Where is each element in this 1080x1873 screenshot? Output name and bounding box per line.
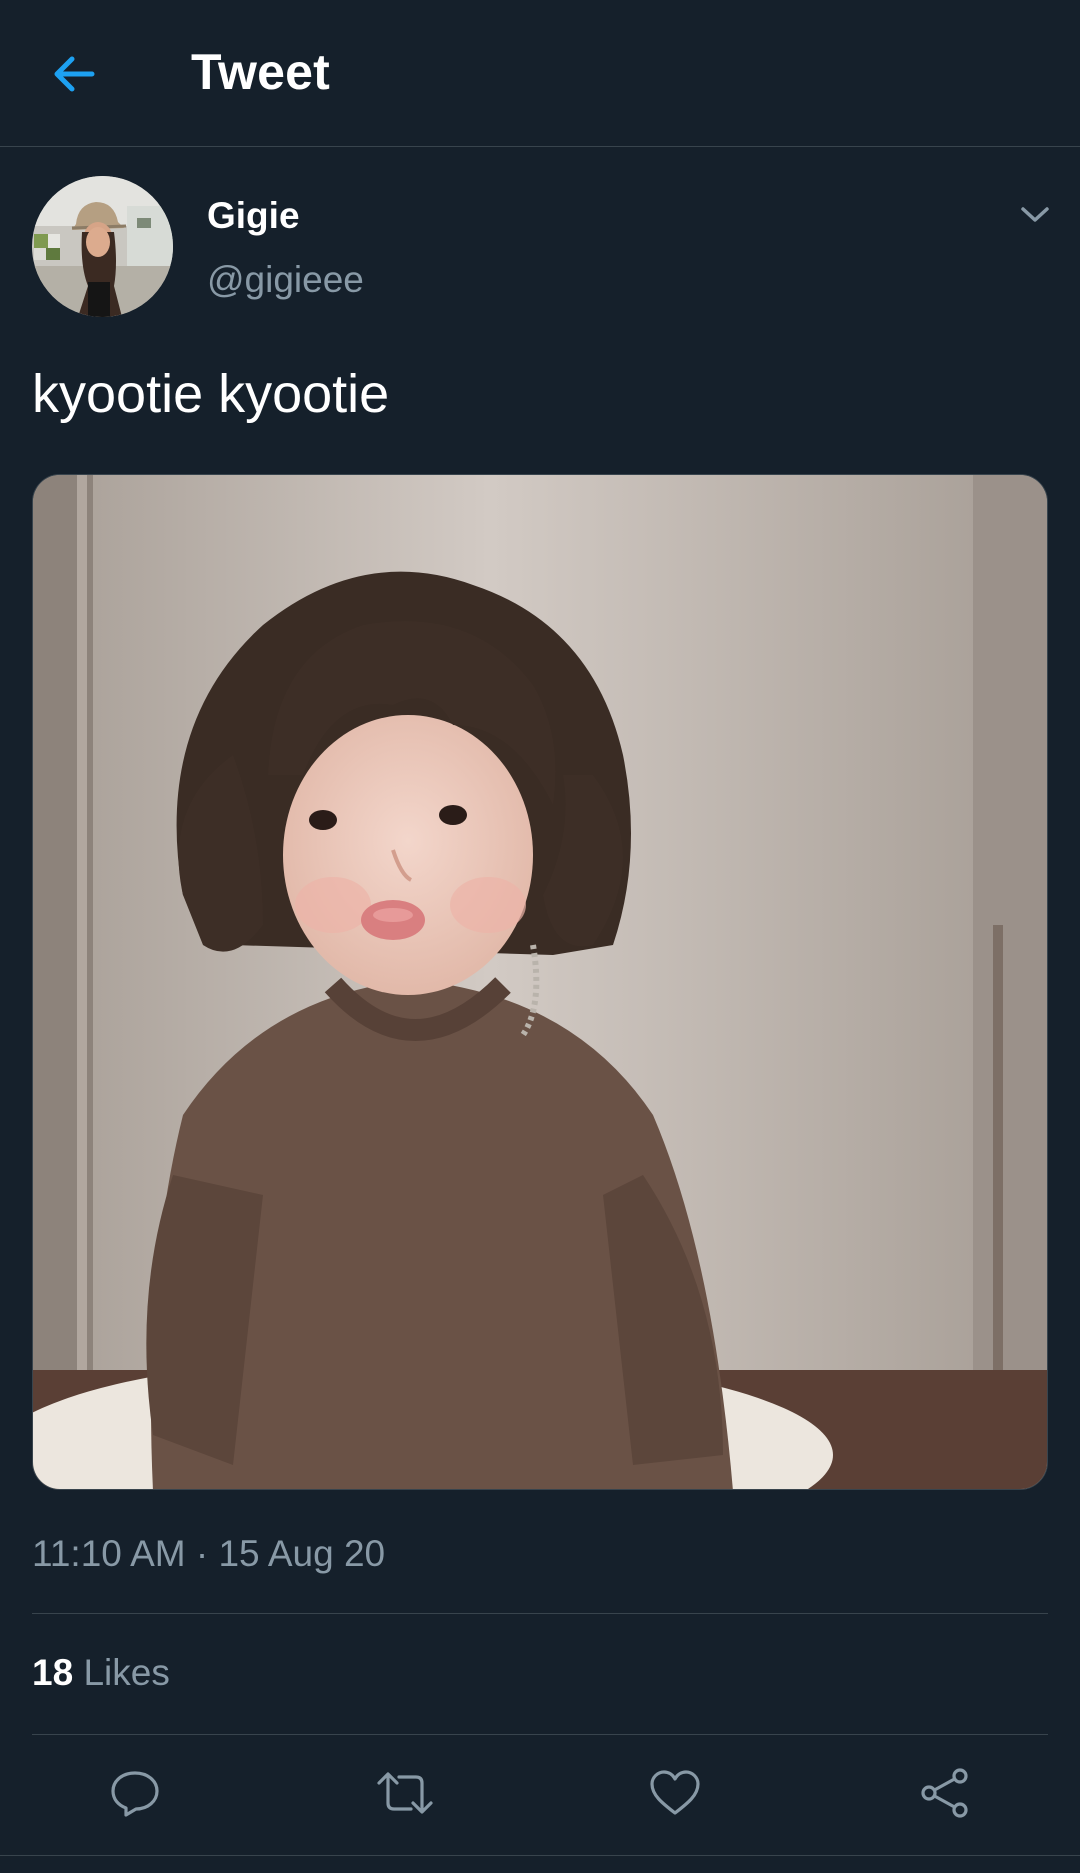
share-button[interactable] xyxy=(910,1764,980,1822)
likes-count: 18 xyxy=(32,1652,74,1693)
heart-icon xyxy=(650,1770,700,1815)
author-handle[interactable]: @gigieee xyxy=(207,258,364,302)
author-display-name[interactable]: Gigie xyxy=(207,194,300,238)
chevron-down-icon xyxy=(1021,207,1049,222)
reply-icon xyxy=(111,1771,159,1817)
tweet-photo[interactable] xyxy=(32,474,1048,1490)
likes-count-link[interactable]: 18 Likes xyxy=(32,1651,170,1695)
top-bar: Tweet xyxy=(0,0,1080,147)
retweet-button[interactable] xyxy=(370,1764,440,1822)
divider xyxy=(32,1613,1048,1614)
page-title: Tweet xyxy=(191,44,330,100)
tweet-timestamp: 11:10 AM · 15 Aug 20 xyxy=(32,1533,386,1574)
like-button[interactable] xyxy=(640,1764,710,1822)
tweet-options-button[interactable] xyxy=(1012,196,1058,234)
back-button[interactable] xyxy=(44,44,104,104)
author-avatar[interactable] xyxy=(32,176,173,317)
tweet-text: kyootie kyootie xyxy=(32,364,390,424)
share-icon xyxy=(921,1768,968,1818)
divider xyxy=(0,1855,1080,1856)
likes-label: Likes xyxy=(83,1652,170,1693)
arrow-left-icon xyxy=(54,56,95,92)
divider xyxy=(32,1734,1048,1735)
retweet-icon xyxy=(377,1772,433,1814)
reply-button[interactable] xyxy=(100,1764,170,1822)
